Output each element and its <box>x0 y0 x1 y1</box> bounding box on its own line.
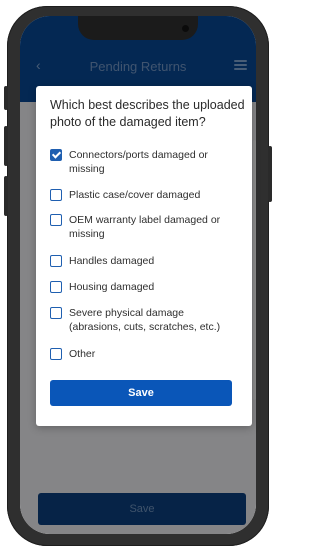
checkbox-icon[interactable] <box>50 255 62 267</box>
save-button[interactable]: Save <box>50 380 232 406</box>
checkbox-icon[interactable] <box>50 189 62 201</box>
option-other[interactable]: Other <box>50 347 246 377</box>
option-label: Connectors/ports damaged or missing <box>69 149 208 175</box>
phone-power-button <box>268 146 272 202</box>
option-oem-warranty-label[interactable]: OEM warranty label damaged or missing <box>50 213 246 243</box>
scrollbar[interactable] <box>253 140 256 400</box>
option-label: Housing damaged <box>69 281 155 293</box>
option-label: OEM warranty label damaged or missing <box>69 214 221 240</box>
option-label: Plastic case/cover damaged <box>69 189 201 201</box>
checkbox-icon[interactable] <box>50 281 62 293</box>
option-label: Severe physical damage (abrasions, cuts,… <box>69 307 221 333</box>
phone-volume-up-button <box>4 126 8 166</box>
phone-side-button <box>4 86 8 110</box>
option-label: Handles damaged <box>69 255 155 267</box>
dialog-question: Which best describes the uploaded photo … <box>50 98 245 129</box>
checkbox-icon[interactable] <box>50 214 62 226</box>
option-label: Other <box>69 348 96 360</box>
checkbox-checked-icon[interactable] <box>50 149 62 161</box>
option-connectors-ports[interactable]: Connectors/ports damaged or missing <box>50 148 246 178</box>
checkbox-icon[interactable] <box>50 307 62 319</box>
option-severe-physical-damage[interactable]: Severe physical damage (abrasions, cuts,… <box>50 306 246 336</box>
phone-volume-down-button <box>4 176 8 216</box>
checkbox-icon[interactable] <box>50 348 62 360</box>
damage-description-dialog: Which best describes the uploaded photo … <box>36 86 252 426</box>
